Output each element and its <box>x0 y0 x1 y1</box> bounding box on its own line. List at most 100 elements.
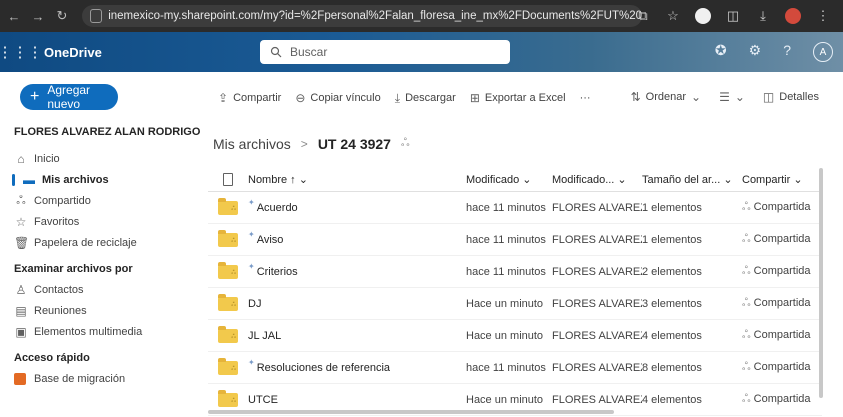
sidebar-item-reuniones[interactable]: ▤ Reuniones <box>0 300 200 321</box>
sidebar-item-base-migracion[interactable]: Base de migración <box>0 368 200 389</box>
share-icon: ⇪ <box>218 91 229 105</box>
shared-folder-icon: ஃ <box>218 229 238 247</box>
forward-icon[interactable]: → <box>28 6 48 26</box>
shared-people-icon: ஃ <box>742 360 751 373</box>
download-icon[interactable]: ⤓ <box>755 8 771 24</box>
size-cell: 2 elementos <box>642 265 702 278</box>
sidebar-nav: ⌂ Inicio ▬ Mis archivos ஃ Compartido ☆ F… <box>0 148 200 389</box>
sidebar-item-inicio[interactable]: ⌂ Inicio <box>0 148 200 169</box>
chevron-down-icon: ⌄ <box>734 90 745 104</box>
menu-dots-icon[interactable]: ⋮ <box>815 8 831 24</box>
breadcrumb-root[interactable]: Mis archivos <box>213 136 291 152</box>
shared-people-icon: ஃ <box>742 392 751 405</box>
search-box[interactable]: Buscar <box>260 40 510 64</box>
reload-icon[interactable]: ↻ <box>52 6 72 26</box>
app-launcher-icon[interactable]: ⋮⋮⋮ <box>0 32 43 72</box>
breadcrumb-current[interactable]: UT 24 3927 <box>318 136 391 152</box>
horizontal-scrollbar[interactable] <box>208 410 614 414</box>
copy-link-button[interactable]: ⊖ Copiar vínculo <box>295 91 380 105</box>
col-modified-by[interactable]: Modificado... ⌄ <box>552 173 642 186</box>
view-options-button[interactable]: ☰ ⌄ <box>719 90 745 104</box>
add-new-button[interactable]: + Agregar nuevo <box>20 83 118 111</box>
table-row[interactable]: ஃ✦Acuerdohace 11 minutosFLORES ALVAREZ A… <box>208 192 822 224</box>
file-name-link[interactable]: Acuerdo <box>257 202 298 214</box>
file-name-link[interactable]: JL JAL <box>248 330 281 342</box>
profile-icon[interactable] <box>695 8 711 24</box>
modified-cell: hace 11 minutos <box>466 361 546 374</box>
calendar-icon: ▤ <box>15 303 27 318</box>
header-actions: ✪ ⚙ ? A <box>715 42 833 62</box>
table-row[interactable]: ஃ JL JAL Hace un minuto FLORES ALVAREZ A4 e… <box>208 320 822 352</box>
name-cell: UTCE <box>248 394 466 406</box>
table-row[interactable]: ஃ✦Avisohace 11 minutosFLORES ALVAREZ A1 … <box>208 224 822 256</box>
export-excel-button[interactable]: ⊞ Exportar a Excel <box>470 91 566 105</box>
name-cell: ✦ Acuerdo <box>248 198 466 214</box>
name-cell: JL JAL <box>248 330 466 342</box>
plus-icon: + <box>30 88 40 105</box>
shared-people-icon: ஃ <box>742 328 751 341</box>
sidebar-item-papelera[interactable]: 🗑 Papelera de reciclaje <box>0 232 200 253</box>
vertical-scrollbar[interactable] <box>819 168 823 398</box>
sidebar-item-label: Compartido <box>34 194 91 207</box>
name-cell: ✦ Aviso <box>248 230 466 246</box>
premium-icon[interactable]: ✪ <box>715 42 727 62</box>
install-app-icon[interactable]: ⧉ <box>635 8 651 24</box>
user-name: FLORES ALVAREZ ALAN RODRIGO <box>14 126 201 138</box>
sidebar-item-multimedia[interactable]: ▣ Elementos multimedia <box>0 321 200 342</box>
modified-cell: Hace un minuto <box>466 297 544 310</box>
file-type-header[interactable] <box>208 173 248 186</box>
sort-button[interactable]: ⇅ Ordenar ⌄ <box>631 90 701 104</box>
file-name-link[interactable]: Resoluciones de referencia <box>257 362 390 374</box>
col-name[interactable]: Nombre ↑ ⌄ <box>248 173 466 186</box>
details-button[interactable]: ◫ Detalles <box>763 90 819 104</box>
file-name-link[interactable]: Criterios <box>257 266 298 278</box>
account-avatar-icon[interactable] <box>785 8 801 24</box>
download-button[interactable]: ⤓ Descargar <box>395 91 456 106</box>
help-icon[interactable]: ? <box>783 42 791 62</box>
modified-cell: hace 11 minutos <box>466 265 546 278</box>
address-bar[interactable]: inemexico-my.sharepoint.com/my?id=%2Fper… <box>82 5 642 27</box>
back-icon[interactable]: ← <box>4 6 24 26</box>
extensions-icon[interactable]: ◫ <box>725 8 741 24</box>
shared-people-icon: ஃ <box>742 264 751 277</box>
url-text[interactable]: inemexico-my.sharepoint.com/my?id=%2Fper… <box>108 10 642 22</box>
sharing-cell: ஃ Compartida <box>742 200 811 213</box>
settings-gear-icon[interactable]: ⚙ <box>749 42 762 62</box>
file-name-link[interactable]: UTCE <box>248 394 278 406</box>
sidebar-item-compartido[interactable]: ஃ Compartido <box>0 190 200 211</box>
col-sharing[interactable]: Compartir ⌄ <box>742 173 822 186</box>
table-row[interactable]: ஃ ✦ Resoluciones de referencia hace 11 minu… <box>208 352 822 384</box>
folder-icon: ▬ <box>23 172 35 187</box>
share-button[interactable]: ⇪ Compartir <box>218 91 281 105</box>
folder-cell: ஃ <box>208 197 248 215</box>
table-row[interactable]: ஃ DJ Hace un minuto FLORES ALVAREZ A3 eleme… <box>208 288 822 320</box>
app-name[interactable]: OneDrive <box>44 45 102 60</box>
shared-people-icon: ஃ <box>742 296 751 309</box>
list-view-icon: ☰ <box>719 90 730 104</box>
modified-by-cell: FLORES ALVAREZ A <box>552 297 642 310</box>
file-name-link[interactable]: DJ <box>248 298 261 310</box>
more-actions-button[interactable]: ··· <box>580 92 591 104</box>
file-name-link[interactable]: Aviso <box>257 234 284 246</box>
col-modified[interactable]: Modificado ⌄ <box>466 173 552 186</box>
bookmark-star-icon[interactable]: ☆ <box>665 8 681 24</box>
table-header: Nombre ↑ ⌄ Modificado ⌄ Modificado... ⌄ … <box>208 168 822 192</box>
user-avatar[interactable]: A <box>813 42 833 62</box>
sidebar-item-contactos[interactable]: ♙ Contactos <box>0 279 200 300</box>
sharing-cell: ஃ Compartida <box>742 360 811 373</box>
shared-folder-icon: ஃ <box>218 357 238 375</box>
folder-cell: ஃ <box>208 389 248 407</box>
sidebar-item-favoritos[interactable]: ☆ Favoritos <box>0 211 200 232</box>
site-info-icon[interactable] <box>90 9 103 23</box>
search-placeholder[interactable]: Buscar <box>290 45 327 59</box>
star-icon: ☆ <box>15 214 27 229</box>
folder-cell: ஃ <box>208 261 248 279</box>
table-row[interactable]: ஃ✦Criterioshace 11 minutosFLORES ALVAREZ… <box>208 256 822 288</box>
onedrive-header: ⋮⋮⋮ OneDrive Buscar ✪ ⚙ ? A <box>0 32 843 72</box>
trash-icon: 🗑 <box>14 235 30 250</box>
new-item-icon: ✦ <box>248 262 255 271</box>
col-size[interactable]: Tamaño del ar... ⌄ <box>642 173 742 186</box>
sidebar-item-label: Inicio <box>34 152 60 165</box>
browser-actions: ⧉ ☆ ◫ ⤓ ⋮ <box>635 8 831 24</box>
sidebar-item-mis-archivos[interactable]: ▬ Mis archivos <box>0 169 200 190</box>
